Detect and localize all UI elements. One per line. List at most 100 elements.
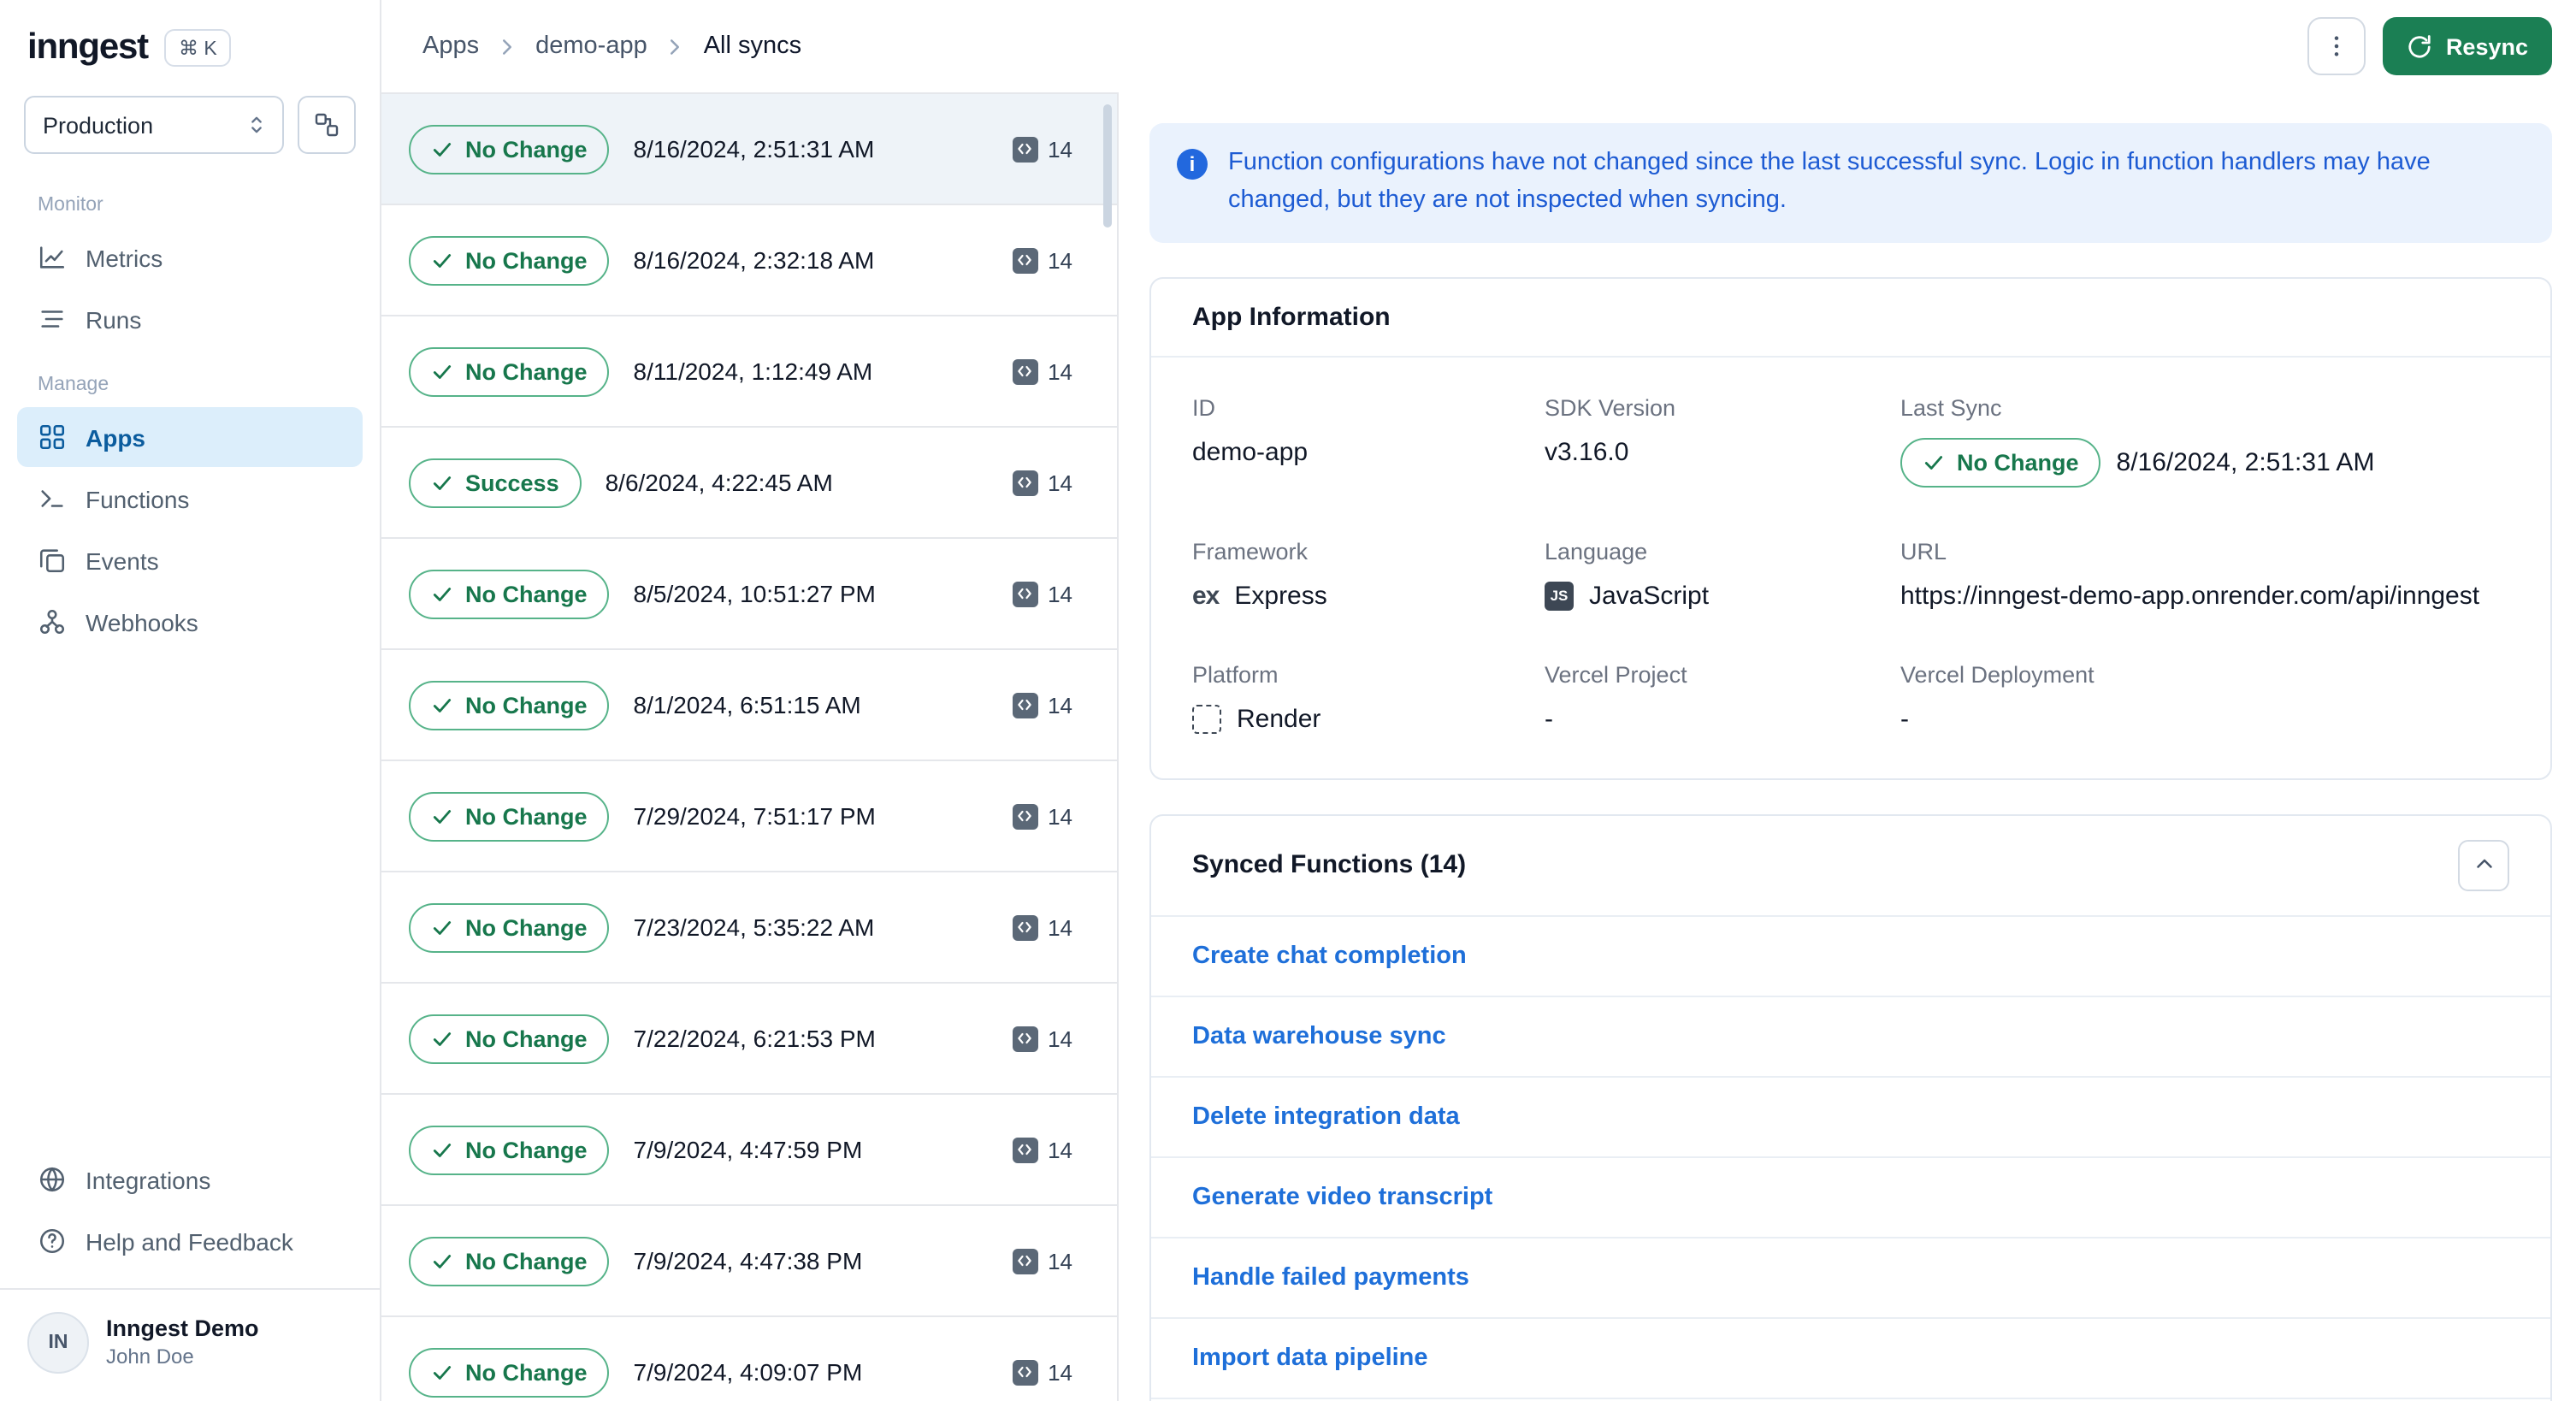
sidebar-item-label: Integrations xyxy=(86,1166,211,1193)
sync-timestamp: 8/16/2024, 2:32:18 AM xyxy=(633,246,875,274)
sync-timestamp: 8/16/2024, 2:51:31 AM xyxy=(633,135,875,163)
kebab-menu-icon xyxy=(2323,33,2350,60)
sidebar-item-apps[interactable]: Apps xyxy=(17,407,363,467)
sync-function-count: 14 xyxy=(1012,914,1072,940)
sync-function-count: 14 xyxy=(1012,247,1072,273)
sync-status-badge: No Change xyxy=(409,124,610,174)
field-language: Language JS JavaScript xyxy=(1545,538,1887,610)
sidebar-item-label: Webhooks xyxy=(86,608,198,635)
sync-list-item[interactable]: No Change 7/9/2024, 4:47:38 PM 14 xyxy=(381,1206,1117,1317)
breadcrumb-demo-app[interactable]: demo-app xyxy=(535,33,647,60)
sidebar-item-metrics[interactable]: Metrics xyxy=(17,228,363,287)
sidebar-item-help[interactable]: Help and Feedback xyxy=(17,1211,363,1271)
runs-icon xyxy=(38,304,67,334)
function-link[interactable]: Handle failed payments xyxy=(1192,1263,1469,1291)
inngest-logo: inngest xyxy=(27,27,149,67)
synced-functions-card: Synced Functions (14) Create chat comple… xyxy=(1149,813,2552,1401)
sync-list-item[interactable]: No Change 7/23/2024, 5:35:22 AM 14 xyxy=(381,872,1117,984)
synced-function-row: Send billing receipt xyxy=(1151,1397,2550,1401)
field-platform: Platform Render xyxy=(1192,661,1531,733)
environment-settings-button[interactable] xyxy=(298,96,356,154)
field-value: https://inngest-demo-app.onrender.com/ap… xyxy=(1900,581,2480,610)
sync-list-item[interactable]: No Change 8/16/2024, 2:32:18 AM 14 xyxy=(381,205,1117,316)
sync-timestamp: 8/11/2024, 1:12:49 AM xyxy=(633,358,873,385)
field-value: - xyxy=(1545,704,1553,733)
info-banner-text: Function configurations have not changed… xyxy=(1228,149,2431,214)
sidebar-item-runs[interactable]: Runs xyxy=(17,289,363,349)
field-framework: Framework ex Express xyxy=(1192,538,1531,610)
sync-timestamp: 7/22/2024, 6:21:53 PM xyxy=(633,1025,876,1052)
breadcrumb-apps[interactable]: Apps xyxy=(422,33,479,60)
sidebar-footer: Integrations Help and Feedback IN Innges… xyxy=(0,1148,380,1401)
command-palette-shortcut[interactable]: ⌘ K xyxy=(164,29,231,67)
sync-status-badge: Success xyxy=(409,458,582,507)
environment-select-value: Production xyxy=(43,112,154,138)
function-count-icon xyxy=(1012,803,1038,829)
sync-timestamp: 8/1/2024, 6:51:15 AM xyxy=(633,691,861,718)
sync-function-count: 14 xyxy=(1012,470,1072,495)
content-row: No Change 8/16/2024, 2:51:31 AM 14 No Ch… xyxy=(381,92,2576,1401)
sidebar-item-label: Help and Feedback xyxy=(86,1227,293,1255)
events-icon xyxy=(38,546,67,575)
function-count-icon xyxy=(1012,136,1038,162)
sync-function-count: 14 xyxy=(1012,1137,1072,1162)
sync-timestamp: 8/6/2024, 4:22:45 AM xyxy=(605,469,833,496)
help-circle-icon xyxy=(38,1227,67,1256)
sidebar-item-label: Apps xyxy=(86,423,145,451)
chevron-right-icon xyxy=(663,33,688,59)
field-value: JS JavaScript xyxy=(1545,581,1887,610)
function-link[interactable]: Create chat completion xyxy=(1192,942,1467,969)
function-link[interactable]: Delete integration data xyxy=(1192,1102,1460,1130)
sidebar-item-webhooks[interactable]: Webhooks xyxy=(17,592,363,652)
field-value: - xyxy=(1900,704,1909,733)
app-information-card: App Information ID demo-app SDK Version … xyxy=(1149,276,2552,779)
breadcrumb: Apps demo-app All syncs xyxy=(422,33,801,60)
sync-status-badge: No Change xyxy=(409,1125,610,1174)
scrollbar-thumb[interactable] xyxy=(1103,104,1112,228)
sync-status-badge: No Change xyxy=(409,235,610,285)
synced-function-row: Handle failed payments xyxy=(1151,1236,2550,1316)
more-options-button[interactable] xyxy=(2307,17,2366,75)
synced-functions-header: Synced Functions (14) xyxy=(1151,815,2550,914)
function-count-icon xyxy=(1012,358,1038,384)
resync-button[interactable]: Resync xyxy=(2382,17,2552,75)
sync-function-count: 14 xyxy=(1012,803,1072,829)
function-count-icon xyxy=(1012,470,1038,495)
sync-timestamp: 7/9/2024, 4:47:38 PM xyxy=(633,1247,863,1274)
sync-timestamp: 7/9/2024, 4:47:59 PM xyxy=(633,1136,863,1163)
field-sdk-version: SDK Version v3.16.0 xyxy=(1545,394,1887,487)
environment-select[interactable]: Production xyxy=(24,96,284,154)
sync-list-item[interactable]: No Change 8/16/2024, 2:51:31 AM 14 xyxy=(381,94,1117,205)
sidebar-item-label: Events xyxy=(86,547,159,574)
sidebar-item-label: Runs xyxy=(86,305,142,333)
sync-detail-panel: i Function configurations have not chang… xyxy=(1119,92,2576,1401)
sync-list-item[interactable]: No Change 7/22/2024, 6:21:53 PM 14 xyxy=(381,984,1117,1095)
sync-list-item[interactable]: No Change 7/29/2024, 7:51:17 PM 14 xyxy=(381,761,1117,872)
function-link[interactable]: Generate video transcript xyxy=(1192,1183,1492,1210)
field-vercel-project: Vercel Project - xyxy=(1545,661,1887,733)
sync-list-item[interactable]: No Change 8/11/2024, 1:12:49 AM 14 xyxy=(381,316,1117,428)
sidebar-item-events[interactable]: Events xyxy=(17,530,363,590)
field-label: Vercel Deployment xyxy=(1900,661,2094,687)
nav-section-monitor: Monitor xyxy=(38,195,103,216)
sync-list-item[interactable]: No Change 7/9/2024, 4:47:59 PM 14 xyxy=(381,1095,1117,1206)
function-link[interactable]: Data warehouse sync xyxy=(1192,1022,1446,1049)
function-link[interactable]: Import data pipeline xyxy=(1192,1344,1428,1371)
sidebar-item-integrations[interactable]: Integrations xyxy=(17,1150,363,1209)
sync-status-badge: No Change xyxy=(409,902,610,952)
collapse-button[interactable] xyxy=(2458,839,2509,890)
sync-list-item[interactable]: No Change 7/9/2024, 4:09:07 PM 14 xyxy=(381,1317,1117,1401)
sync-status-badge: No Change xyxy=(409,680,610,730)
user-menu[interactable]: IN Inngest Demo John Doe xyxy=(0,1288,380,1401)
sync-timestamp: 7/29/2024, 7:51:17 PM xyxy=(633,802,876,830)
sync-list-item[interactable]: No Change 8/5/2024, 10:51:27 PM 14 xyxy=(381,539,1117,650)
sync-list-item[interactable]: No Change 8/1/2024, 6:51:15 AM 14 xyxy=(381,650,1117,761)
sync-function-count: 14 xyxy=(1012,1248,1072,1274)
sync-list-item[interactable]: Success 8/6/2024, 4:22:45 AM 14 xyxy=(381,428,1117,539)
sidebar-item-functions[interactable]: Functions xyxy=(17,469,363,529)
header-actions: Resync xyxy=(2307,17,2552,75)
sync-function-count: 14 xyxy=(1012,692,1072,718)
field-label: Framework xyxy=(1192,538,1309,564)
field-label: ID xyxy=(1192,394,1215,420)
field-last-sync: Last Sync No Change 8/16/2024, 2:51:31 A… xyxy=(1900,394,2509,487)
